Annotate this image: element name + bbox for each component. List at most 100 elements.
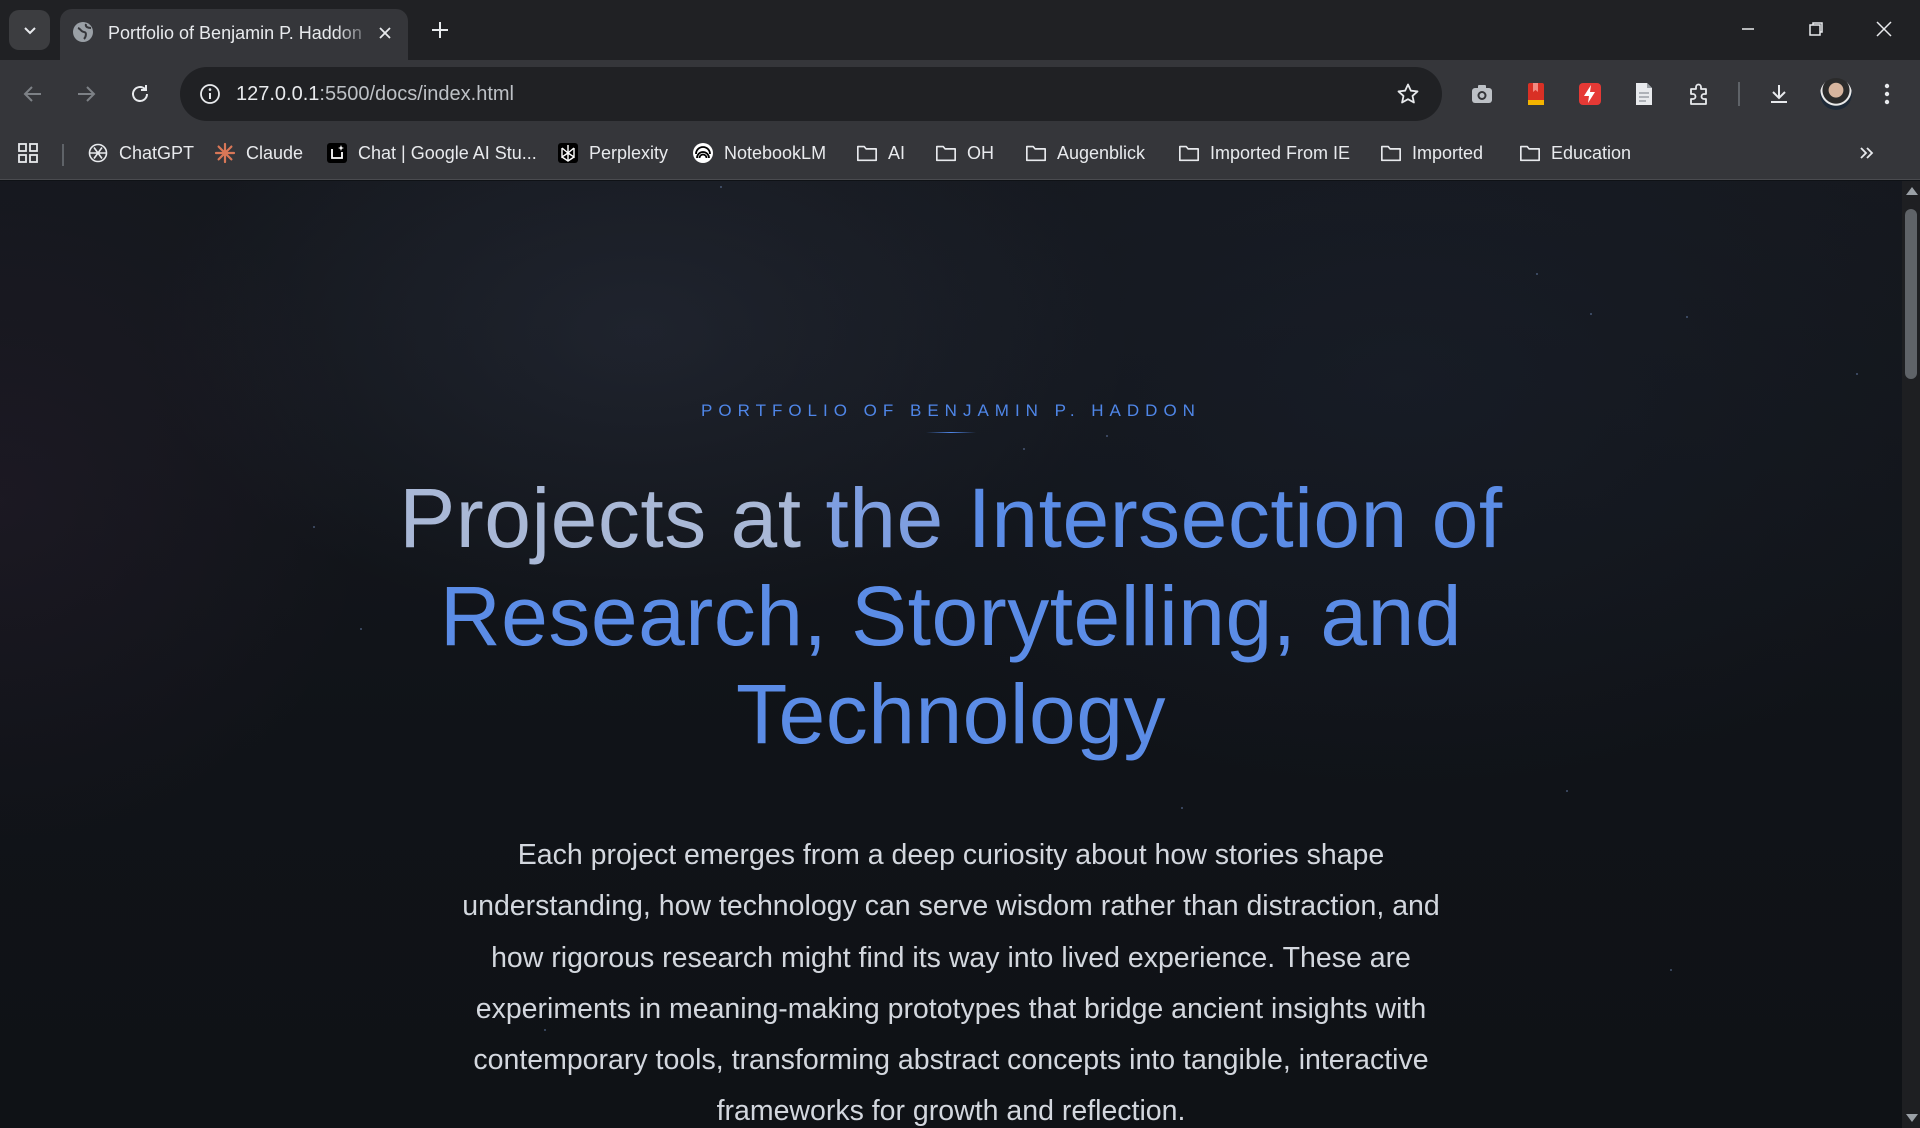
bookmark-label: Imported From IE [1210, 142, 1351, 163]
star-dot [313, 526, 315, 528]
url-path: :5500/docs/index.html [319, 83, 514, 105]
bookmark-folder-oh[interactable]: OH [935, 136, 994, 170]
star-dot [360, 628, 362, 630]
new-tab-button[interactable] [424, 14, 456, 46]
back-button[interactable] [15, 76, 51, 112]
star-dot [1023, 448, 1025, 450]
intro-paragraph: Each project emerges from a deep curiosi… [462, 839, 1440, 1128]
double-chevron-right-icon [1860, 147, 1874, 159]
star-dot [1181, 807, 1183, 809]
address-bar[interactable]: 127.0.0.1:5500/docs/index.html [180, 67, 1442, 121]
bookmarks-divider [62, 144, 64, 166]
reload-button[interactable] [122, 76, 158, 112]
tab-search-button[interactable] [9, 10, 50, 50]
title-word: Intersection [967, 471, 1408, 565]
star-dot [1590, 313, 1592, 315]
title-word: Storytelling, [851, 569, 1297, 663]
notebooklm-icon [692, 142, 714, 164]
perplexity-icon [557, 142, 579, 164]
title-word: Projects [399, 471, 707, 565]
bookmark-star-button[interactable] [1392, 78, 1424, 110]
scroll-down-arrow-icon[interactable] [1906, 1114, 1918, 1122]
bookmark-chatgpt[interactable]: ChatGPT [87, 136, 194, 170]
hero-eyebrow: PORTFOLIO OF BENJAMIN P. HADDON [701, 401, 1201, 420]
title-word: and [1320, 569, 1463, 663]
eyebrow-divider [926, 432, 976, 433]
folder-icon [1519, 142, 1541, 164]
restore-icon [1809, 22, 1823, 36]
bookmark-extension-button[interactable] [1519, 77, 1553, 111]
folder-icon [935, 142, 957, 164]
scrollbar-thumb[interactable] [1905, 209, 1917, 379]
forward-button[interactable] [68, 76, 104, 112]
tab-strip: Portfolio of Benjamin P. Haddon [0, 0, 1920, 60]
restore-button[interactable] [1782, 0, 1850, 58]
star-dot [1686, 316, 1688, 318]
close-window-button[interactable] [1850, 0, 1918, 58]
active-tab[interactable]: Portfolio of Benjamin P. Haddon [60, 9, 408, 60]
browser-toolbar: 127.0.0.1:5500/docs/index.html [0, 60, 1920, 128]
star-icon [1397, 83, 1419, 104]
lightning-icon [1579, 83, 1601, 105]
star-dot [1106, 435, 1108, 437]
bookmark-label: Chat | Google AI Stu... [358, 142, 537, 163]
site-info-button[interactable] [192, 76, 228, 112]
page-scrollbar[interactable] [1902, 181, 1920, 1128]
title-word: of [1431, 471, 1503, 565]
camera-icon [1472, 85, 1492, 103]
bookmark-folder-augenblick[interactable]: Augenblick [1025, 136, 1145, 170]
screenshot-extension-button[interactable] [1465, 77, 1499, 111]
reload-icon [132, 85, 148, 102]
bookmark-folder-ai[interactable]: AI [856, 136, 905, 170]
downloads-button[interactable] [1762, 77, 1796, 111]
document-icon [1636, 83, 1652, 105]
profile-avatar[interactable] [1820, 78, 1852, 110]
apps-button[interactable] [17, 136, 39, 170]
chevron-down-icon [23, 27, 36, 35]
toolbar-divider [1738, 82, 1740, 106]
extensions-button[interactable] [1682, 77, 1716, 111]
page-viewport: PORTFOLIO OF BENJAMIN P. HADDON Projects… [0, 181, 1902, 1128]
bookmark-folder-imported[interactable]: Imported [1380, 136, 1483, 170]
bookmark-label: Claude [246, 142, 304, 163]
info-icon [200, 84, 220, 104]
star-dot [720, 186, 722, 188]
red-book-icon [1528, 83, 1544, 105]
star-dot [1856, 373, 1858, 375]
minimize-button[interactable] [1714, 0, 1782, 58]
folder-icon [856, 142, 878, 164]
claude-icon [214, 142, 236, 164]
folder-icon [1380, 142, 1402, 164]
title-word: at [730, 471, 802, 565]
plus-icon [432, 22, 448, 38]
bookmark-label: Imported [1412, 142, 1484, 163]
scroll-up-arrow-icon[interactable] [1906, 187, 1918, 195]
url-text[interactable]: 127.0.0.1:5500/docs/index.html [236, 81, 514, 107]
globe-icon [73, 22, 93, 42]
tab-close-button[interactable] [373, 21, 397, 45]
puzzle-icon [1690, 83, 1707, 105]
bookmark-claude[interactable]: Claude [214, 136, 303, 170]
title-word: the [825, 471, 944, 565]
chrome-menu-button[interactable] [1870, 77, 1904, 111]
more-vertical-icon [1884, 83, 1890, 105]
tab-title: Portfolio of Benjamin P. Haddon [108, 23, 362, 43]
bookmark-perplexity[interactable]: Perplexity [557, 136, 668, 170]
bookmark-google-ai-studio[interactable]: Chat | Google AI Stu... [326, 136, 537, 170]
close-icon [379, 27, 391, 39]
hero-title: Projects at the Intersection of Research,… [381, 469, 1521, 763]
bookmark-label: Education [1551, 142, 1632, 163]
arrow-left-icon [23, 86, 41, 102]
lightning-extension-button[interactable] [1573, 77, 1607, 111]
apps-grid-icon [17, 142, 39, 164]
bookmark-notebooklm[interactable]: NotebookLM [692, 136, 826, 170]
bookmarks-overflow-button[interactable] [1852, 138, 1882, 168]
bookmark-label: Perplexity [589, 142, 669, 163]
bookmark-folder-imported-from-ie[interactable]: Imported From IE [1178, 136, 1350, 170]
minimize-icon [1742, 28, 1754, 30]
bookmark-folder-education[interactable]: Education [1519, 136, 1631, 170]
download-icon [1771, 85, 1787, 103]
document-extension-button[interactable] [1627, 77, 1661, 111]
folder-icon [1025, 142, 1047, 164]
bookmark-label: Augenblick [1057, 142, 1146, 163]
